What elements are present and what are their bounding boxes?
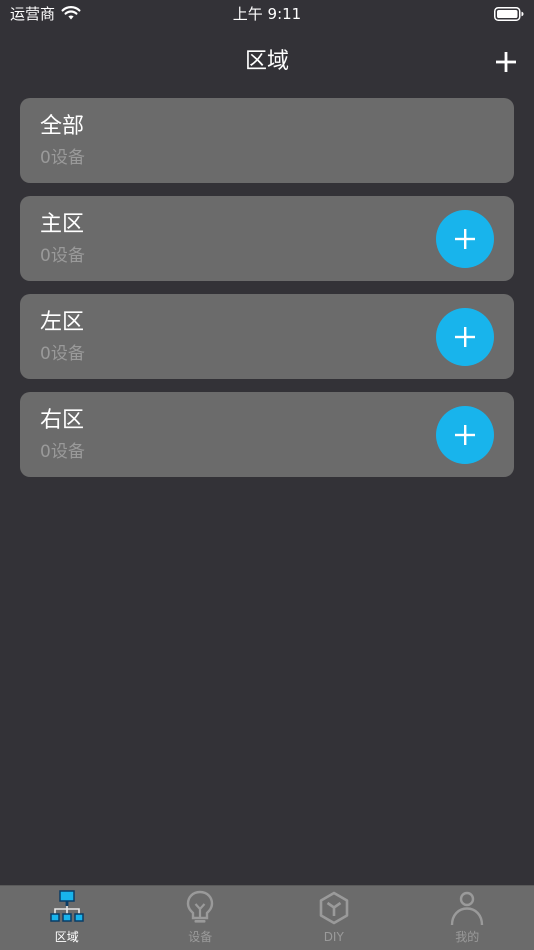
page-title: 区域 <box>244 49 289 74</box>
area-card-all[interactable]: 全部 0设备 <box>20 98 514 183</box>
area-device-count: 0设备 <box>40 442 85 462</box>
plus-icon <box>455 229 475 249</box>
screen: 运营商 上午 9:11 区域 全部 0设备 主区 0设备 左区 0设备 右区 0… <box>0 0 534 950</box>
area-name: 右区 <box>40 408 85 433</box>
add-device-button[interactable] <box>436 308 494 366</box>
add-device-button[interactable] <box>436 406 494 464</box>
add-area-button[interactable] <box>494 48 518 76</box>
area-device-count: 0设备 <box>40 246 85 266</box>
status-time: 上午 9:11 <box>232 5 302 23</box>
tab-area[interactable]: 区域 <box>0 886 134 950</box>
tab-label: DIY <box>323 930 344 944</box>
area-name: 主区 <box>40 212 85 237</box>
tab-label: 我的 <box>455 930 480 944</box>
area-name: 左区 <box>40 310 85 335</box>
status-bar: 运营商 上午 9:11 <box>0 0 534 28</box>
area-card-right[interactable]: 右区 0设备 <box>20 392 514 477</box>
tab-diy[interactable]: DIY <box>267 886 401 950</box>
tab-devices[interactable]: 设备 <box>134 886 268 950</box>
tab-mine[interactable]: 我的 <box>401 886 534 950</box>
add-device-button[interactable] <box>436 210 494 268</box>
lightbulb-icon <box>187 890 214 923</box>
tab-label: 区域 <box>54 930 79 944</box>
area-name: 全部 <box>40 114 85 139</box>
area-card-left[interactable]: 左区 0设备 <box>20 294 514 379</box>
plus-icon <box>455 425 475 445</box>
area-device-count: 0设备 <box>40 344 85 364</box>
battery-icon <box>494 6 524 25</box>
area-card-main[interactable]: 主区 0设备 <box>20 196 514 281</box>
cube-icon <box>319 891 349 925</box>
plus-icon <box>496 52 516 72</box>
plus-icon <box>455 327 475 347</box>
person-icon <box>451 891 484 926</box>
network-icon <box>50 890 84 922</box>
tab-bar: 区域 设备 DIY 我的 <box>0 885 534 950</box>
area-device-count: 0设备 <box>40 148 85 168</box>
tab-label: 设备 <box>188 930 213 944</box>
